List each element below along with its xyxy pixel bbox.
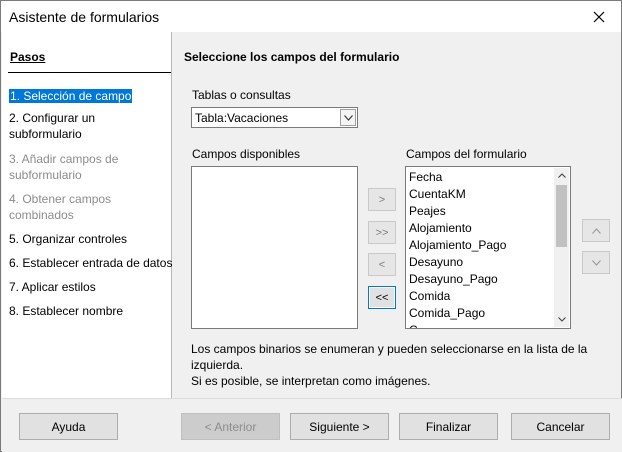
step-configure-subform[interactable]: 2. Configurar un subformulario xyxy=(9,110,169,142)
step-add-subform-fields: 3. Añadir campos de subformulario xyxy=(9,151,169,183)
step-label-line2: subformulario xyxy=(9,168,82,182)
cancel-label: Cancelar xyxy=(536,419,585,434)
window-title: Asistente de formularios xyxy=(9,9,160,25)
step-data-entry[interactable]: 6. Establecer entrada de datos xyxy=(9,255,173,271)
back-button: < Anterior xyxy=(181,413,280,440)
page-title: Seleccione los campos del formulario xyxy=(184,50,400,64)
step-label: 2. Configurar un xyxy=(9,111,96,125)
cancel-button[interactable]: Cancelar xyxy=(511,413,610,440)
step-label: 6. Establecer entrada de datos xyxy=(9,256,173,270)
remove-all-label: << xyxy=(375,291,389,304)
available-fields-label: Campos disponibles xyxy=(192,147,301,161)
list-item[interactable]: Comida_Pago xyxy=(408,305,506,322)
step-label: 1. Selección de campo xyxy=(9,89,133,103)
finish-label: Finalizar xyxy=(425,419,472,434)
help-label: Ayuda xyxy=(51,419,86,434)
list-item[interactable]: Alojamiento_Pago xyxy=(408,237,506,254)
help-button[interactable]: Ayuda xyxy=(19,413,118,440)
close-button[interactable] xyxy=(577,1,621,32)
steps-divider xyxy=(8,72,171,73)
form-fields-list[interactable]: Fecha CuentaKM Peajes Alojamiento Alojam… xyxy=(405,166,571,329)
close-icon xyxy=(593,11,605,22)
scroll-up-button[interactable] xyxy=(554,168,569,183)
next-label: Siguiente > xyxy=(309,419,370,434)
note-line-1: Los campos binarios se enumeran y pueden… xyxy=(191,342,588,356)
chevron-up-icon xyxy=(557,173,566,178)
list-item[interactable]: Alojamiento xyxy=(408,220,506,237)
tables-label: Tablas o consultas xyxy=(192,88,291,102)
list-item[interactable]: Desayuno_Pago xyxy=(408,271,506,288)
remove-all-fields-button[interactable]: << xyxy=(368,286,396,309)
add-all-label: >> xyxy=(375,226,389,239)
step-apply-styles[interactable]: 7. Aplicar estilos xyxy=(9,279,169,295)
form-fields-label: Campos del formulario xyxy=(406,147,527,161)
note-line-2: izquierda. xyxy=(191,358,244,372)
scroll-down-button[interactable] xyxy=(554,312,569,327)
tables-combobox[interactable]: Tabla:Vacaciones xyxy=(191,107,358,128)
step-label: 3. Añadir campos de xyxy=(9,152,119,166)
steps-panel: Pasos 1. Selección de campo 2. Configura… xyxy=(2,32,172,398)
title-bar: Asistente de formularios xyxy=(1,1,621,32)
step-set-name[interactable]: 8. Establecer nombre xyxy=(9,303,169,319)
add-all-fields-button[interactable]: >> xyxy=(368,221,396,244)
chevron-down-icon xyxy=(557,317,566,322)
content-panel: Seleccione los campos del formulario Tab… xyxy=(173,32,621,398)
remove-field-label: < xyxy=(378,258,386,271)
form-fields-items: Fecha CuentaKM Peajes Alojamiento Alojam… xyxy=(408,169,506,328)
steps-title: Pasos xyxy=(10,50,46,64)
next-button[interactable]: Siguiente > xyxy=(290,413,389,440)
finish-button[interactable]: Finalizar xyxy=(399,413,498,440)
button-bar: Ayuda < Anterior Siguiente > Finalizar C… xyxy=(2,398,622,452)
list-item[interactable]: Fecha xyxy=(408,169,506,186)
move-down-button[interactable] xyxy=(582,251,610,274)
step-label: 7. Aplicar estilos xyxy=(9,280,96,294)
binary-fields-note: Los campos binarios se enumeran y pueden… xyxy=(191,341,611,389)
step-label: 5. Organizar controles xyxy=(9,232,128,246)
list-item[interactable]: CuentaKM xyxy=(408,186,506,203)
step-field-selection[interactable]: 1. Selección de campo xyxy=(9,88,169,104)
scroll-thumb[interactable] xyxy=(556,185,567,247)
dropdown-button[interactable] xyxy=(340,109,356,126)
remove-field-button[interactable]: < xyxy=(368,253,396,276)
step-label-line2: subformulario xyxy=(9,127,82,141)
list-item[interactable]: C xyxy=(408,322,506,328)
form-fields-scrollbar[interactable] xyxy=(554,168,569,327)
chevron-down-icon xyxy=(343,114,353,121)
step-arrange-controls[interactable]: 5. Organizar controles xyxy=(9,231,169,247)
step-label: 4. Obtener campos xyxy=(9,192,112,206)
step-get-joined-fields: 4. Obtener campos combinados xyxy=(9,191,169,223)
list-item[interactable]: Peajes xyxy=(408,203,506,220)
step-label: 8. Establecer nombre xyxy=(9,304,124,318)
note-line-3: Si es posible, se interpretan como imáge… xyxy=(191,374,431,388)
available-fields-list[interactable] xyxy=(191,166,358,329)
form-wizard-dialog: Asistente de formularios Pasos 1. Selecc… xyxy=(0,0,622,452)
step-label-line2: combinados xyxy=(9,208,74,222)
add-field-button[interactable]: > xyxy=(368,188,396,211)
add-field-label: > xyxy=(378,193,386,206)
back-label: < Anterior xyxy=(204,419,257,434)
move-up-button[interactable] xyxy=(582,219,610,242)
list-item[interactable]: Desayuno xyxy=(408,254,506,271)
chevron-up-icon xyxy=(591,227,601,234)
list-item[interactable]: Comida xyxy=(408,288,506,305)
chevron-down-icon xyxy=(591,259,601,266)
tables-value: Tabla:Vacaciones xyxy=(195,111,289,125)
